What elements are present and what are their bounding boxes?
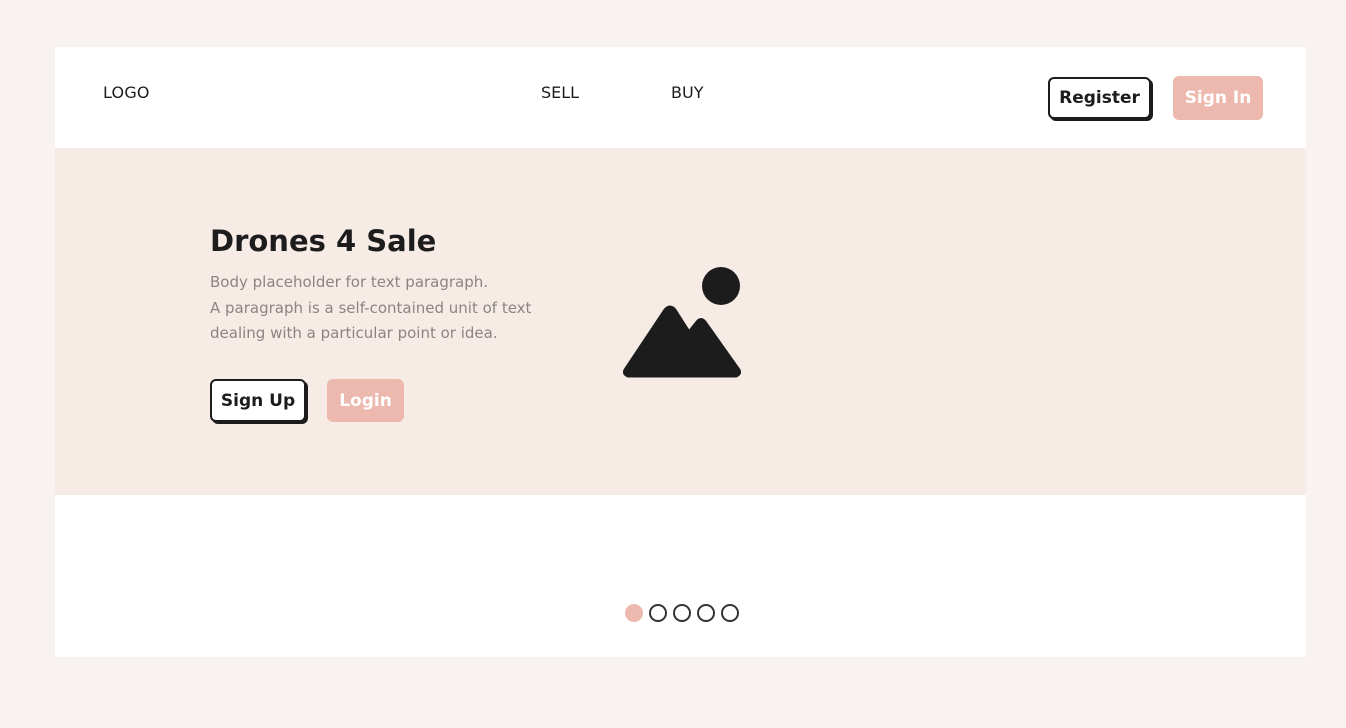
logo[interactable]: LOGO: [103, 83, 150, 102]
hero-body-line: A paragraph is a self-contained unit of …: [210, 298, 532, 317]
nav-link-buy[interactable]: BUY: [671, 83, 703, 102]
carousel-dot[interactable]: [697, 604, 715, 622]
hero-body-text: Body placeholder for text paragraph. A p…: [210, 270, 570, 347]
register-button[interactable]: Register: [1048, 77, 1151, 119]
image-placeholder-icon: [623, 267, 741, 378]
carousel-dot[interactable]: [649, 604, 667, 622]
top-nav-bar: LOGO SELL BUY Register Sign In: [55, 47, 1306, 148]
carousel-dot[interactable]: [721, 604, 739, 622]
sign-in-button[interactable]: Sign In: [1173, 76, 1263, 120]
hero-body-line: dealing with a particular point or idea.: [210, 324, 498, 342]
carousel-dot[interactable]: [625, 604, 643, 622]
sign-up-button[interactable]: Sign Up: [210, 379, 306, 422]
hero-body-line: Body placeholder for text paragraph.: [210, 273, 489, 291]
carousel-dot[interactable]: [673, 604, 691, 622]
hero-section: Drones 4 Sale Body placeholder for text …: [55, 148, 1306, 495]
hero-title: Drones 4 Sale: [210, 224, 437, 258]
carousel-indicator: [625, 604, 739, 622]
page-frame: LOGO SELL BUY Register Sign In Drones 4 …: [55, 47, 1306, 657]
nav-link-sell[interactable]: SELL: [541, 83, 579, 102]
login-button[interactable]: Login: [327, 379, 404, 422]
